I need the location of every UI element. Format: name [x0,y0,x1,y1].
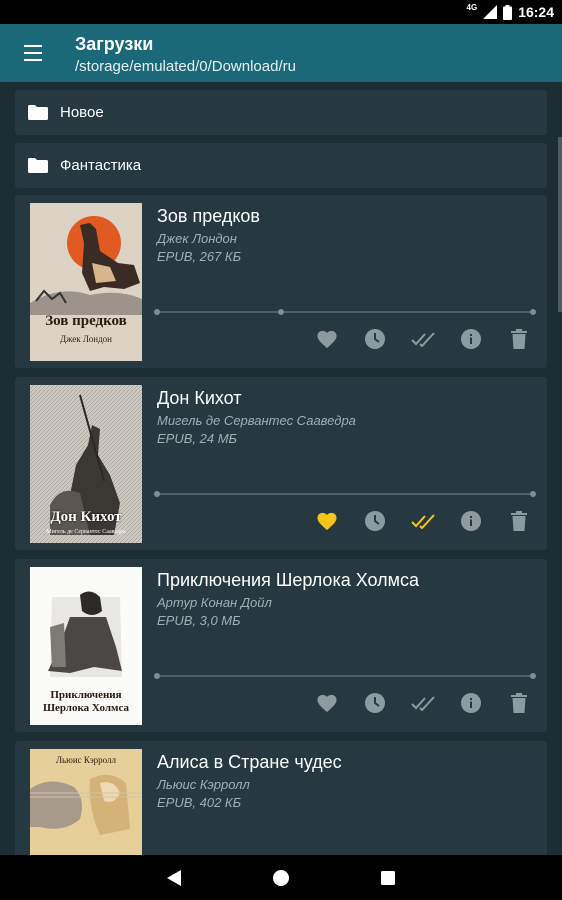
heart-icon [317,512,337,531]
back-icon [166,869,181,886]
delete-button[interactable] [507,691,531,715]
cover-title-line2: Шерлока Холмса [42,702,130,714]
cover-title: Зов предков [45,313,127,329]
info-button[interactable] [459,509,483,533]
book-meta: EPUB, 402 КБ [157,795,242,810]
recents-button[interactable] [376,866,400,890]
cover-author: Льюис Кэрролл [55,755,117,765]
book-author: Мигель де Сервантес Сааведра [157,413,356,428]
book-cover[interactable]: Зов предков Джек Лондон [30,203,142,361]
cover-title-line1: Приключения [50,689,122,701]
folder-icon [28,158,48,173]
home-icon [272,869,289,886]
clock-icon [365,511,385,531]
reading-progress [154,309,536,315]
book-title: Зов предков [157,206,260,226]
trash-icon [511,329,527,349]
info-icon [461,329,481,349]
clock-icon [365,329,385,349]
signal-icon [483,5,498,19]
system-nav-bar [0,855,562,900]
clock-icon [365,693,385,713]
back-button[interactable] [162,866,186,890]
cover-author: Джек Лондон [60,334,112,344]
trash-icon [511,693,527,713]
info-icon [461,511,481,531]
cover-author: Мигель де Сервантес Сааведра [46,529,126,535]
menu-icon[interactable] [22,42,44,64]
mark-read-button[interactable] [411,691,435,715]
delete-button[interactable] [507,327,531,351]
favorite-button[interactable] [315,509,339,533]
folder-label: Фантастика [60,157,142,174]
status-time: 16:24 [518,4,554,20]
page-title: Загрузки [75,34,154,54]
status-bar: 4G 16:24 [0,0,562,24]
file-list[interactable]: Новое Фантастика Зов предков Джек Лондон… [0,82,562,855]
book-actions [315,507,531,535]
app-bar: Загрузки /storage/emulated/0/Download/ru [0,24,562,82]
book-item[interactable]: Зов предков Джек Лондон Зов предков Джек… [15,195,547,368]
mark-read-button[interactable] [411,509,435,533]
book-actions [315,325,531,353]
book-title: Приключения Шерлока Холмса [157,570,420,590]
book-author: Льюис Кэрролл [157,777,250,792]
book-cover[interactable]: Льюис Кэрролл [30,749,142,855]
book-meta: EPUB, 267 КБ [157,249,242,264]
trash-icon [511,511,527,531]
book-author: Артур Конан Дойл [157,595,272,610]
double-check-icon [411,332,435,347]
heart-icon [317,694,337,713]
folder-item-fantasy[interactable]: Фантастика [15,143,547,188]
info-icon [461,693,481,713]
info-button[interactable] [459,327,483,351]
scrollbar[interactable] [558,137,562,312]
book-meta: EPUB, 3,0 МБ [157,613,241,628]
cover-title: Дон Кихот [50,509,122,525]
book-cover[interactable]: Дон Кихот Мигель де Сервантес Сааведра [30,385,142,543]
book-item[interactable]: Приключения Шерлока Холмса Приключения Ш… [15,559,547,732]
book-item[interactable]: Льюис Кэрролл Алиса в Стране чудес Льюис… [15,741,547,855]
book-author: Джек Лондон [157,231,237,246]
book-actions [315,689,531,717]
info-button[interactable] [459,691,483,715]
book-cover[interactable]: Приключения Шерлока Холмса [30,567,142,725]
reading-progress [154,491,536,497]
book-title: Дон Кихот [157,388,242,408]
history-button[interactable] [363,509,387,533]
history-button[interactable] [363,327,387,351]
recents-icon [381,870,396,885]
favorite-button[interactable] [315,691,339,715]
home-button[interactable] [269,866,293,890]
book-item[interactable]: Дон Кихот Мигель де Сервантес Сааведра Д… [15,377,547,550]
double-check-icon [411,696,435,711]
current-path: /storage/emulated/0/Download/ru [75,58,296,75]
folder-label: Новое [60,104,104,121]
mark-read-button[interactable] [411,327,435,351]
folder-icon [28,105,48,120]
network-type: 4G [466,2,478,12]
reading-progress [154,673,536,679]
favorite-button[interactable] [315,327,339,351]
folder-item-new[interactable]: Новое [15,90,547,135]
book-meta: EPUB, 24 МБ [157,431,237,446]
book-title: Алиса в Стране чудес [157,752,342,772]
history-button[interactable] [363,691,387,715]
heart-icon [317,330,337,349]
double-check-icon [411,514,435,529]
battery-icon [503,4,513,20]
delete-button[interactable] [507,509,531,533]
